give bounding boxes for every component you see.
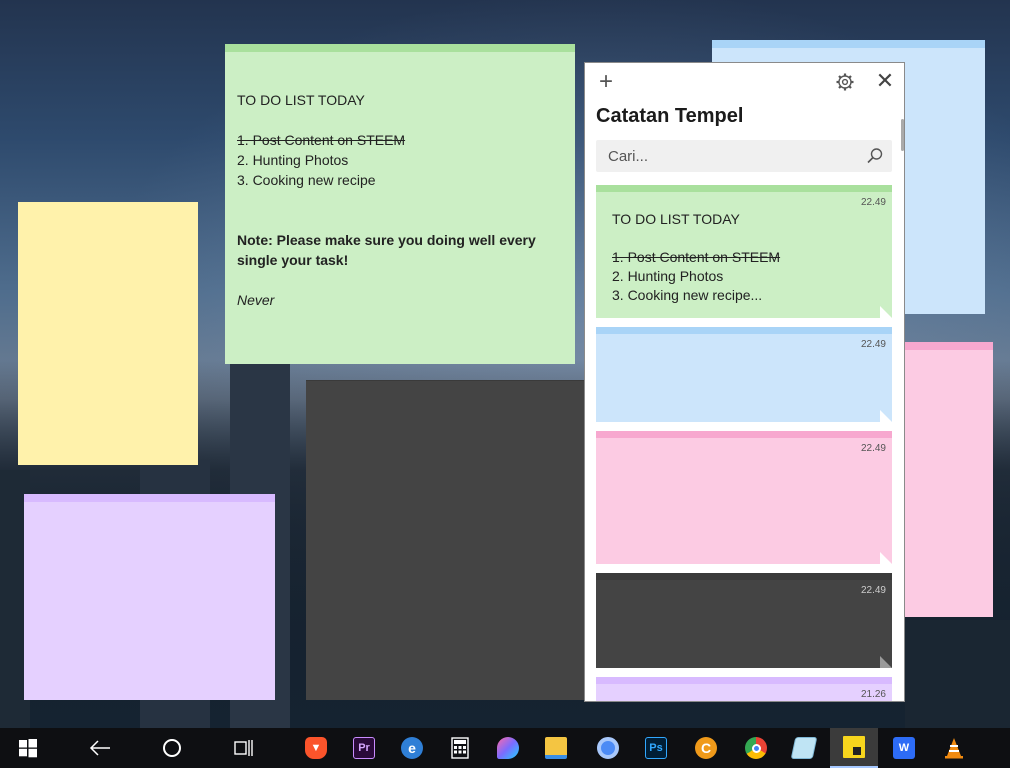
card-timestamp: 22.49 [860, 339, 886, 350]
note-closing: Never [237, 292, 275, 308]
card-line: 3. Cooking new recipe... [612, 287, 763, 303]
notepad-taskbar-button[interactable] [780, 728, 828, 768]
paint-3d-icon [497, 737, 519, 759]
note-card-purple[interactable]: 21.26 [596, 677, 892, 701]
note-remark: Note: Please make sure you doing well ev… [237, 232, 536, 268]
wallpaper-building [905, 620, 1010, 728]
card-timestamp: 22.49 [860, 443, 886, 454]
premiere-taskbar-button[interactable]: Pr [340, 728, 388, 768]
calculator-taskbar-button[interactable] [436, 728, 484, 768]
card-preview: TO DO LIST TODAY 1. Post Content on STEE… [596, 192, 892, 305]
search-input[interactable] [596, 140, 856, 172]
back-arrow-icon [89, 740, 110, 756]
card-timestamp: 21.26 [860, 689, 886, 700]
c-app-taskbar-button[interactable]: C [682, 728, 730, 768]
close-icon: ✕ [875, 68, 895, 93]
sticky-note-charcoal[interactable] [306, 380, 584, 700]
card-fold-corner [880, 656, 892, 668]
note-card-blue[interactable]: 22.49 [596, 327, 892, 422]
task-view-icon [234, 740, 253, 756]
sticky-note-pink[interactable] [902, 342, 993, 617]
chromium-icon [597, 737, 619, 759]
wps-taskbar-button[interactable]: W [880, 728, 928, 768]
search-icon[interactable] [866, 147, 884, 165]
windows-start-icon [19, 739, 37, 758]
taskbar: ▼ Pr e Ps C W [0, 728, 1010, 768]
file-explorer-icon [545, 737, 567, 759]
brave-browser-icon: ▼ [305, 737, 327, 759]
note-item: 3. Cooking new recipe [237, 172, 376, 188]
vlc-taskbar-button[interactable] [930, 728, 978, 768]
sticky-notes-list-panel: + ✕ Catatan Tempel 22.49 TO DO LIST TODA… [584, 62, 905, 702]
card-fold-corner [880, 410, 892, 422]
photoshop-icon: Ps [645, 737, 667, 759]
back-button[interactable] [76, 728, 124, 768]
card-fold-corner [880, 552, 892, 564]
close-button[interactable]: ✕ [875, 68, 895, 93]
card-fold-corner [880, 306, 892, 318]
chrome-taskbar-button[interactable] [732, 728, 780, 768]
note-card-green[interactable]: 22.49 TO DO LIST TODAY 1. Post Content o… [596, 185, 892, 318]
note-title: TO DO LIST TODAY [237, 92, 365, 108]
chrome-icon [745, 737, 767, 759]
card-timestamp: 22.49 [860, 197, 886, 208]
c-app-icon: C [695, 737, 717, 759]
edge-icon: e [401, 737, 423, 759]
brave-taskbar-button[interactable]: ▼ [292, 728, 340, 768]
settings-button[interactable] [835, 72, 855, 92]
scrollbar-thumb[interactable] [901, 119, 904, 151]
sticky-notes-icon [843, 736, 865, 758]
card-title: TO DO LIST TODAY [612, 211, 740, 227]
edge-taskbar-button[interactable]: e [388, 728, 436, 768]
sticky-note-yellow[interactable] [18, 202, 198, 465]
card-line: 2. Hunting Photos [612, 268, 724, 284]
plus-icon: + [598, 68, 613, 95]
paint3d-taskbar-button[interactable] [484, 728, 532, 768]
calculator-icon [451, 737, 469, 759]
note-card-charcoal[interactable]: 22.49 [596, 573, 892, 668]
vlc-icon [945, 738, 963, 759]
search-box[interactable] [596, 140, 892, 172]
note-item: 2. Hunting Photos [237, 152, 349, 168]
task-view-button[interactable] [220, 728, 268, 768]
add-note-button[interactable]: + [595, 68, 617, 95]
cortana-circle-icon [163, 739, 181, 757]
notepad-icon [790, 737, 818, 759]
photoshop-taskbar-button[interactable]: Ps [632, 728, 680, 768]
chromium-taskbar-button[interactable] [584, 728, 632, 768]
note-card-pink[interactable]: 22.49 [596, 431, 892, 564]
premiere-pro-icon: Pr [353, 737, 375, 759]
cortana-button[interactable] [148, 728, 196, 768]
note-text[interactable]: TO DO LIST TODAY 1. Post Content on STEE… [225, 52, 575, 310]
panel-title: Catatan Tempel [596, 105, 744, 127]
sticky-notes-taskbar-button[interactable] [830, 728, 878, 768]
gear-icon [836, 73, 854, 91]
sticky-note-purple[interactable] [24, 494, 275, 700]
sticky-note-green[interactable]: TO DO LIST TODAY 1. Post Content on STEE… [225, 44, 575, 364]
card-line: 1. Post Content on STEEM [612, 249, 781, 265]
note-item: 1. Post Content on STEEM [237, 132, 406, 148]
wps-office-icon: W [893, 737, 915, 759]
start-button[interactable] [4, 728, 52, 768]
card-timestamp: 22.49 [860, 585, 886, 596]
explorer-taskbar-button[interactable] [532, 728, 580, 768]
